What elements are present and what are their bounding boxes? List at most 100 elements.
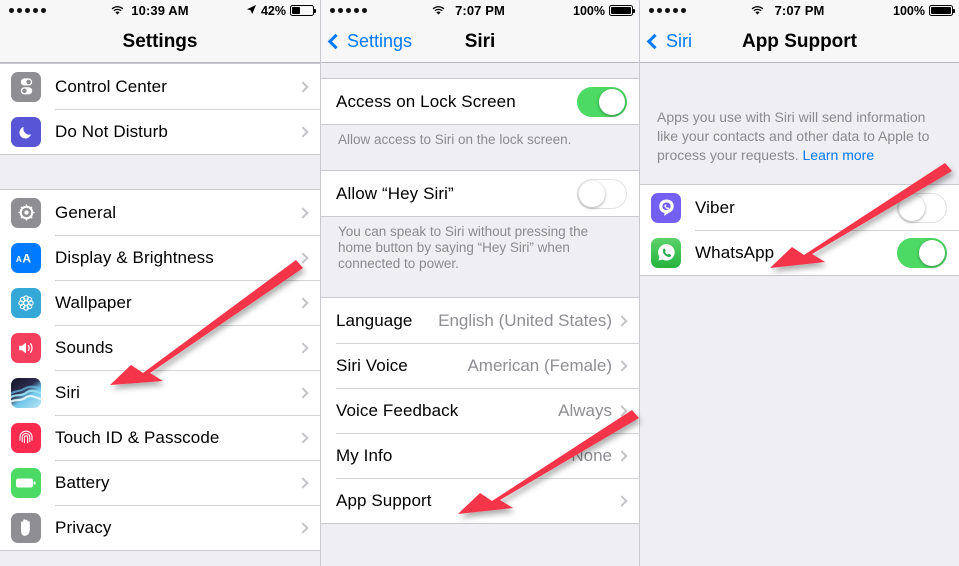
back-button-siri[interactable]: Siri xyxy=(640,31,692,52)
section-gap-1 xyxy=(321,148,639,170)
chevron-right-icon xyxy=(616,494,628,507)
back-button-settings[interactable]: Settings xyxy=(321,31,412,52)
row-label: WhatsApp xyxy=(695,242,775,262)
top-gap xyxy=(321,63,639,78)
row-app-support[interactable]: App Support xyxy=(321,478,639,523)
settings-row-siri[interactable]: Siri xyxy=(0,370,320,415)
row-siri-voice[interactable]: Siri Voice American (Female) xyxy=(321,343,639,388)
row-label: My Info xyxy=(336,445,393,465)
settings-row-label: Touch ID & Passcode xyxy=(55,427,220,447)
row-label: Voice Feedback xyxy=(336,400,459,420)
status-bar: 7:07 PM 100% xyxy=(321,0,639,21)
settings-row-label: Do Not Disturb xyxy=(55,121,168,141)
screenshot-root: 10:39 AM 42% Settings Control Center Do … xyxy=(0,0,959,566)
sounds-icon xyxy=(11,332,41,363)
row-voice-feedback[interactable]: Voice Feedback Always xyxy=(321,388,639,433)
battery-icon xyxy=(290,5,316,16)
row-my-info[interactable]: My Info None xyxy=(321,433,639,478)
nav-bar: Settings xyxy=(0,21,320,63)
screen-settings: 10:39 AM 42% Settings Control Center Do … xyxy=(0,0,320,566)
section-gap-2 xyxy=(321,272,639,297)
do-not-disturb-icon xyxy=(11,116,41,147)
row-value: Always xyxy=(558,400,612,420)
battery-percent: 100% xyxy=(573,3,605,18)
chevron-right-icon xyxy=(616,404,628,417)
app-support-header-note: Apps you use with Siri will send informa… xyxy=(640,101,959,165)
row-viber[interactable]: Viber xyxy=(640,185,959,230)
svg-text:A: A xyxy=(22,251,31,265)
settings-row-privacy[interactable]: Privacy xyxy=(0,505,320,550)
settings-row-control-center[interactable]: Control Center xyxy=(0,64,320,109)
chevron-right-icon xyxy=(616,449,628,462)
screen-siri: 7:07 PM 100% Settings Siri Access on Loc… xyxy=(320,0,639,566)
learn-more-link[interactable]: Learn more xyxy=(803,147,875,163)
chevron-right-icon xyxy=(297,431,309,444)
row-language[interactable]: Language English (United States) xyxy=(321,298,639,343)
chevron-right-icon xyxy=(616,314,628,327)
back-button-label: Settings xyxy=(347,31,413,51)
allow-hey-siri-toggle[interactable] xyxy=(577,178,627,209)
status-bar: 7:07 PM 100% xyxy=(640,0,959,21)
location-arrow-icon xyxy=(246,4,257,18)
row-label: Viber xyxy=(695,197,735,217)
settings-row-label: Siri xyxy=(55,382,80,402)
settings-row-general[interactable]: General xyxy=(0,190,320,235)
group-access-lock-screen: Access on Lock Screen xyxy=(321,78,639,125)
screen-app-support: 7:07 PM 100% Siri App Support Apps you u… xyxy=(639,0,959,566)
chevron-right-icon xyxy=(297,80,309,93)
header-note-text: Apps you use with Siri will send informa… xyxy=(657,109,930,163)
settings-row-touch-id[interactable]: Touch ID & Passcode xyxy=(0,415,320,460)
chevron-right-icon xyxy=(297,125,309,138)
row-value: American (Female) xyxy=(467,355,612,375)
group-siri-apps: Viber WhatsApp xyxy=(640,184,959,276)
whatsapp-icon xyxy=(651,237,681,268)
settings-list[interactable]: Control Center Do Not Disturb General A … xyxy=(0,63,320,566)
nav-bar: Settings Siri xyxy=(321,21,639,63)
touch-id-icon xyxy=(11,422,41,453)
row-allow-hey-siri[interactable]: Allow “Hey Siri” xyxy=(321,171,639,216)
row-label: Language xyxy=(336,310,413,330)
settings-row-label: General xyxy=(55,202,117,222)
section-gap xyxy=(640,165,959,184)
access-on-lock-screen-toggle[interactable] xyxy=(577,86,627,117)
battery-icon xyxy=(11,467,41,498)
row-whatsapp[interactable]: WhatsApp xyxy=(640,230,959,275)
battery-icon xyxy=(929,5,955,16)
settings-row-label: Privacy xyxy=(55,517,112,537)
access-lock-screen-note: Allow access to Siri on the lock screen. xyxy=(338,132,572,147)
battery-icon xyxy=(609,5,635,16)
settings-group-2: General AA Display & Brightness Wallpape… xyxy=(0,189,320,551)
page-title: Settings xyxy=(122,30,198,52)
row-label: Allow “Hey Siri” xyxy=(336,183,454,203)
viber-toggle[interactable] xyxy=(897,192,947,223)
whatsapp-toggle[interactable] xyxy=(897,237,947,268)
group-siri-options: Language English (United States) Siri Vo… xyxy=(321,297,639,524)
settings-row-sounds[interactable]: Sounds xyxy=(0,325,320,370)
row-access-on-lock-screen[interactable]: Access on Lock Screen xyxy=(321,79,639,124)
settings-section-gap xyxy=(0,155,320,189)
settings-row-battery[interactable]: Battery xyxy=(0,460,320,505)
row-value: English (United States) xyxy=(438,310,612,330)
wallpaper-icon xyxy=(11,287,41,318)
settings-row-display-brightness[interactable]: AA Display & Brightness xyxy=(0,235,320,280)
chevron-right-icon xyxy=(297,521,309,534)
battery-percent: 100% xyxy=(893,3,925,18)
control-center-icon xyxy=(11,71,41,102)
svg-text:A: A xyxy=(16,255,22,264)
chevron-right-icon xyxy=(616,359,628,372)
row-label: Access on Lock Screen xyxy=(336,91,516,111)
privacy-icon xyxy=(11,512,41,543)
chevron-left-icon xyxy=(646,33,663,50)
settings-row-do-not-disturb[interactable]: Do Not Disturb xyxy=(0,109,320,154)
siri-list[interactable]: Access on Lock Screen Allow access to Si… xyxy=(321,63,639,566)
general-icon xyxy=(11,197,41,228)
settings-group-1: Control Center Do Not Disturb xyxy=(0,63,320,155)
row-value: None xyxy=(571,445,612,465)
chevron-right-icon xyxy=(297,206,309,219)
chevron-left-icon xyxy=(327,33,344,50)
app-support-list[interactable]: Apps you use with Siri will send informa… xyxy=(640,63,959,566)
settings-row-wallpaper[interactable]: Wallpaper xyxy=(0,280,320,325)
chevron-right-icon xyxy=(297,251,309,264)
siri-icon xyxy=(11,377,41,408)
group-hey-siri: Allow “Hey Siri” xyxy=(321,170,639,217)
